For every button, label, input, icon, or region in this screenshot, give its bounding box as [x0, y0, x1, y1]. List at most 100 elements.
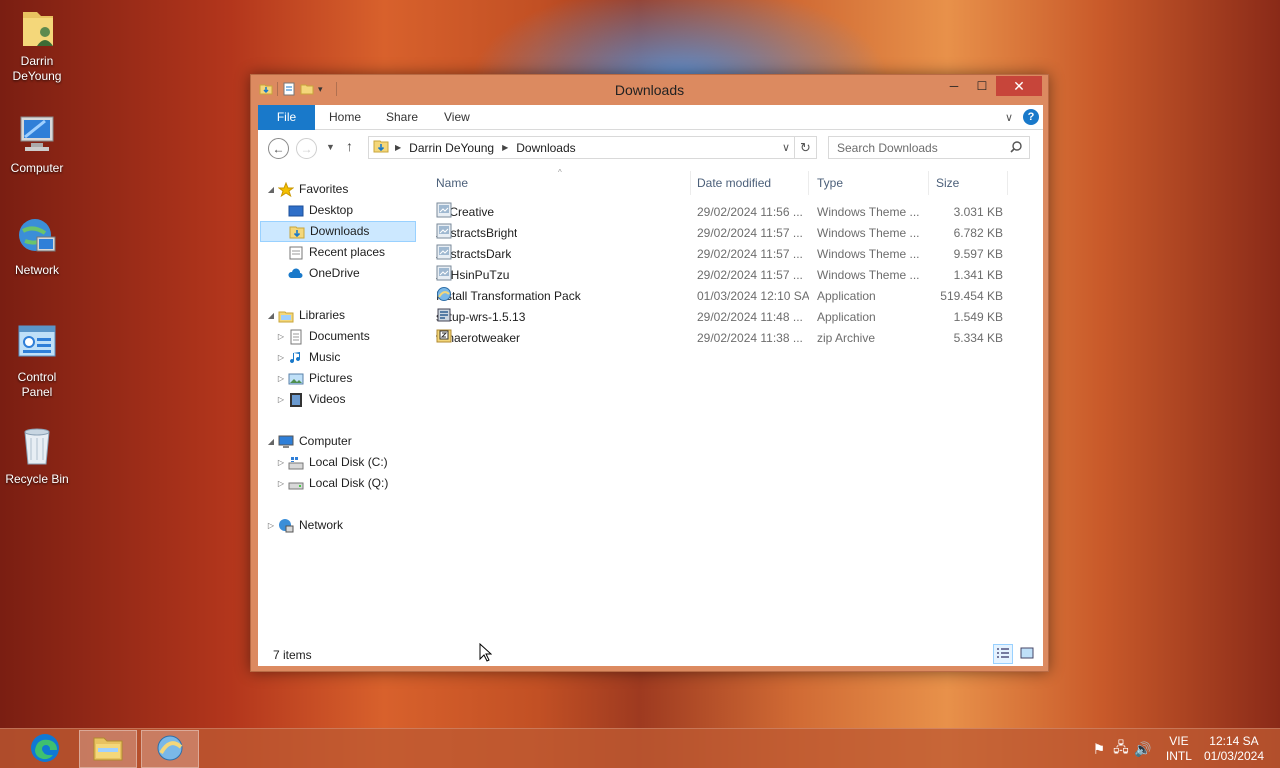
computer-icon	[15, 113, 59, 157]
expand-arrow-icon[interactable]: ▷	[276, 389, 286, 410]
tab-share[interactable]: Share	[376, 105, 428, 130]
tree-label: Recent places	[309, 245, 386, 259]
desktop-icon-user-folder[interactable]: Darrin DeYoung	[4, 6, 70, 84]
address-dropdown-icon[interactable]: ∨	[782, 141, 790, 154]
file-row[interactable]: Install Transformation Pack 01/03/2024 12…	[428, 286, 1028, 307]
collapse-arrow-icon[interactable]: ◢	[266, 431, 276, 452]
file-row[interactable]: AbstractsDark 29/02/2024 11:57 ... Windows…	[428, 244, 1028, 265]
file-row[interactable]: AnHsinPuTzu 29/02/2024 11:57 ... Windows T…	[428, 265, 1028, 286]
maximize-button[interactable]: ☐	[968, 76, 996, 96]
column-header-date-modified[interactable]: Date modified	[689, 171, 809, 195]
desktop-icon-label: Darrin DeYoung	[12, 54, 62, 83]
up-arrow-icon[interactable]: ↑	[346, 138, 353, 154]
clock[interactable]: 12:14 SA 01/03/2024	[1204, 734, 1264, 764]
desktop-icon-label: Control Panel	[17, 370, 57, 399]
file-date-cell: 01/03/2024 12:10 SA	[697, 289, 809, 303]
tree-label: Computer	[299, 434, 352, 448]
tree-item-desktop[interactable]: Desktop	[276, 200, 353, 221]
tree-favorites[interactable]: ◢ Favorites	[266, 179, 348, 200]
file-row[interactable]: winaerotweaker 29/02/2024 11:38 ... zip Ar…	[428, 328, 1028, 349]
tree-item-local-disk-c[interactable]: ▷ Local Disk (C:)	[276, 452, 388, 473]
address-bar[interactable]: ▶ Darrin DeYoung ▶ Downloads ∨ ↻	[368, 136, 817, 159]
desktop-icon-label: Network	[14, 263, 59, 277]
tree-item-pictures[interactable]: ▷ Pictures	[276, 368, 352, 389]
file-row[interactable]: AbstractsBright 29/02/2024 11:57 ... Windo…	[428, 223, 1028, 244]
collapse-arrow-icon[interactable]: ◢	[266, 179, 276, 200]
expand-arrow-icon[interactable]: ▷	[266, 515, 276, 536]
column-header-type[interactable]: Type	[809, 171, 929, 195]
desktop-icon-network[interactable]: Network	[4, 215, 70, 278]
expand-arrow-icon[interactable]: ▷	[276, 473, 286, 494]
arrow-left-icon: ←	[272, 141, 285, 156]
large-icons-view-icon	[1020, 647, 1034, 662]
tab-view[interactable]: View	[434, 105, 480, 130]
tree-item-music[interactable]: ▷ Music	[276, 347, 340, 368]
taskbar-installer-button[interactable]	[141, 730, 199, 768]
help-icon[interactable]: ?	[1023, 109, 1039, 125]
taskbar-file-explorer-button[interactable]	[79, 730, 137, 768]
volume-icon[interactable]: 🔊	[1132, 741, 1154, 758]
breadcrumb-separator-icon: ▶	[502, 143, 509, 152]
taskbar-edge-button[interactable]	[16, 730, 74, 768]
expand-arrow-icon[interactable]: ▷	[276, 347, 286, 368]
desktop-icon-recycle-bin[interactable]: Recycle Bin	[4, 424, 70, 487]
file-row[interactable]: 26Creative 29/02/2024 11:56 ... Windows Th…	[428, 202, 1028, 223]
tree-label: Local Disk (Q:)	[309, 476, 389, 490]
tree-label: Downloads	[310, 224, 370, 238]
libraries-icon	[278, 308, 294, 324]
status-bar: 7 items	[258, 643, 1043, 666]
breadcrumb-downloads[interactable]: Downloads	[516, 141, 575, 155]
desktop-icon-control-panel[interactable]: Control Panel	[4, 322, 70, 400]
cloud-icon	[288, 266, 304, 282]
theme-pack-icon	[436, 202, 452, 218]
network-status-icon[interactable]: 🖧	[1110, 737, 1132, 761]
column-header-size[interactable]: Size	[928, 171, 1008, 195]
tree-item-onedrive[interactable]: OneDrive	[276, 263, 360, 284]
refresh-icon[interactable]: ↻	[794, 137, 816, 158]
tree-label: Videos	[309, 392, 346, 406]
tree-item-documents[interactable]: ▷ Documents	[276, 326, 370, 347]
tree-libraries[interactable]: ◢ Libraries	[266, 305, 345, 326]
minimize-button[interactable]: ─	[940, 76, 968, 96]
tab-file[interactable]: File	[258, 105, 315, 130]
tree-item-local-disk-q[interactable]: ▷ Local Disk (Q:)	[276, 473, 388, 494]
tree-computer[interactable]: ◢ Computer	[266, 431, 352, 452]
expand-arrow-icon[interactable]: ▷	[276, 452, 286, 473]
music-icon	[288, 350, 304, 366]
tree-item-videos[interactable]: ▷ Videos	[276, 389, 345, 410]
tab-home[interactable]: Home	[319, 105, 371, 130]
desktop-icon-computer[interactable]: Computer	[4, 113, 70, 176]
close-button[interactable]: ✕	[996, 76, 1042, 96]
zip-icon	[436, 328, 452, 344]
desktop-icon	[288, 203, 304, 219]
file-type-cell: Windows Theme ...	[817, 205, 920, 219]
file-name-cell: 26Creative	[436, 202, 676, 223]
action-center-flag-icon[interactable]: ⚑	[1088, 741, 1110, 758]
expand-arrow-icon[interactable]: ▷	[276, 326, 286, 347]
tree-label: Desktop	[309, 203, 354, 217]
file-row[interactable]: setup-wrs-1.5.13 29/02/2024 11:48 ... Appl…	[428, 307, 1028, 328]
file-type-cell: Windows Theme ...	[817, 226, 920, 240]
clock-time: 12:14 SA	[1209, 734, 1259, 748]
search-input[interactable]: Search Downloads	[828, 136, 1030, 159]
expand-ribbon-icon[interactable]: ∨	[1005, 111, 1013, 124]
tree-item-downloads[interactable]: Downloads	[260, 221, 416, 242]
expand-arrow-icon[interactable]: ▷	[276, 368, 286, 389]
collapse-arrow-icon[interactable]: ◢	[266, 305, 276, 326]
forward-button[interactable]: →	[296, 138, 317, 159]
file-size-cell: 1.341 KB	[953, 268, 1003, 282]
system-tray: ⚑ 🖧 🔊 VIE INTL 12:14 SA 01/03/2024	[1088, 729, 1280, 768]
title-bar[interactable]: ▾ Downloads ─ ☐ ✕	[251, 75, 1048, 105]
tree-item-recent-places[interactable]: Recent places	[276, 242, 385, 263]
breadcrumb-user[interactable]: Darrin DeYoung	[409, 141, 494, 155]
column-header-name[interactable]: Name	[428, 171, 691, 195]
file-type-cell: Application	[817, 289, 876, 303]
input-language-indicator[interactable]: VIE INTL	[1166, 734, 1192, 764]
back-button[interactable]: ←	[268, 138, 289, 159]
large-icons-view-button[interactable]	[1017, 644, 1037, 664]
tree-network[interactable]: ▷ Network	[266, 515, 343, 536]
file-type-cell: zip Archive	[817, 331, 876, 345]
tree-label: OneDrive	[309, 266, 360, 280]
recent-locations-icon[interactable]: ▼	[326, 142, 335, 152]
details-view-button[interactable]	[993, 644, 1013, 664]
